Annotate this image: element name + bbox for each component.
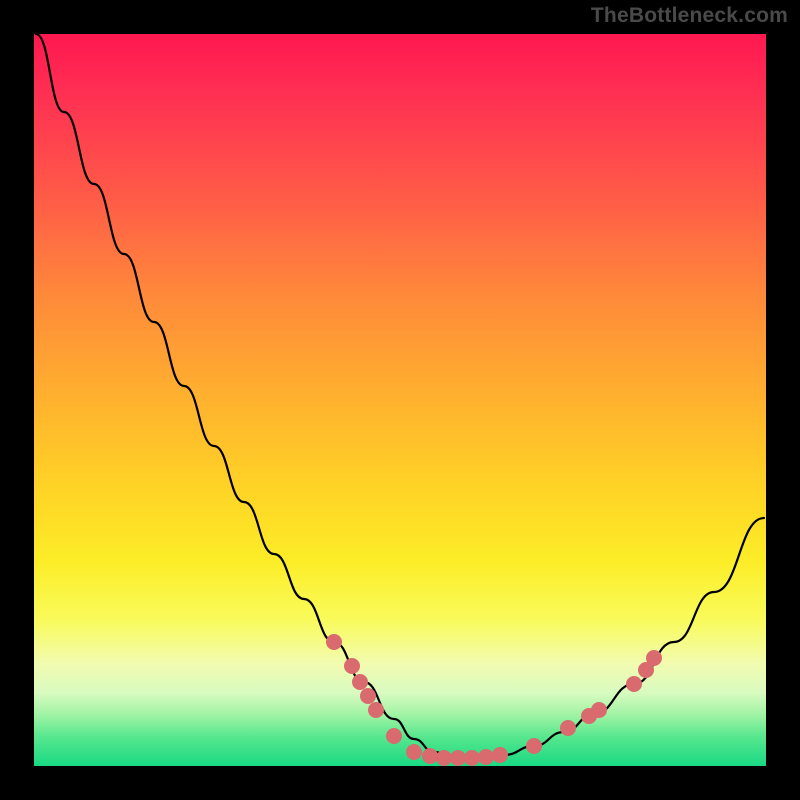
chart-frame: TheBottleneck.com [0,0,800,800]
data-point [450,750,466,766]
data-point [352,674,368,690]
data-point [406,744,422,760]
watermark: TheBottleneck.com [591,4,788,28]
data-point [478,749,494,765]
data-point [626,676,642,692]
data-point [368,702,384,718]
data-point [464,750,480,766]
data-point [360,688,376,704]
data-point [436,750,452,766]
bottleneck-curve [36,34,764,758]
data-point [526,738,542,754]
data-point [591,702,607,718]
curve-svg [34,34,766,766]
data-point [560,720,576,736]
data-point [646,650,662,666]
data-point [344,658,360,674]
data-point [422,748,438,764]
highlighted-points [326,634,662,766]
data-point [386,728,402,744]
data-point [492,747,508,763]
data-point [326,634,342,650]
plot-area [34,34,766,766]
